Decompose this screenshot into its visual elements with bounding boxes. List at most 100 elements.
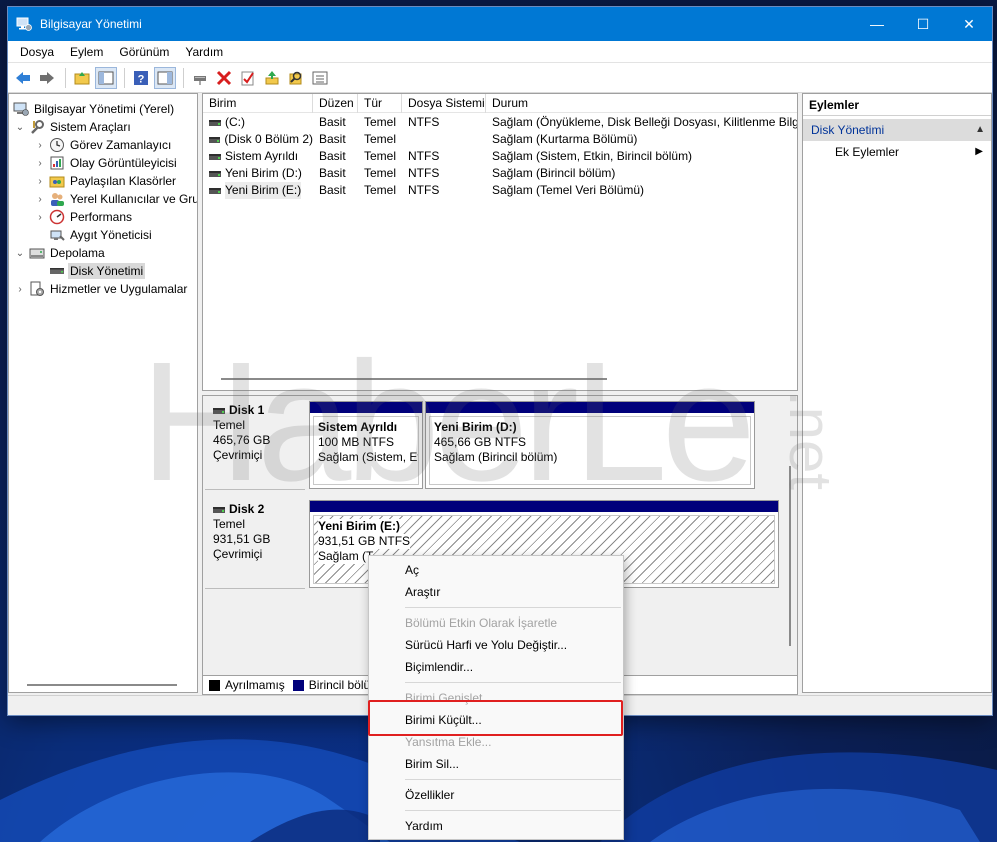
navigation-tree[interactable]: Bilgisayar Yönetimi (Yerel) ⌄ Sistem Ara…	[8, 93, 198, 693]
toolbar: ?	[8, 63, 992, 93]
partition-size: 931,51 GB NTFS	[318, 534, 411, 549]
partition-d[interactable]: Yeni Birim (D:) 465,66 GB NTFS Sağlam (B…	[425, 401, 755, 489]
import-icon[interactable]	[261, 67, 283, 89]
file-system-cell: NTFS	[408, 183, 440, 197]
forward-icon[interactable]	[36, 67, 58, 89]
file-system-cell	[402, 131, 486, 148]
horizontal-scrollbar[interactable]	[27, 684, 177, 686]
disk-2-label[interactable]: Disk 2 Temel 931,51 GB Çevrimiçi	[205, 495, 305, 589]
tree-node-services-apps[interactable]: › Hizmetler ve Uygulamalar	[13, 280, 189, 298]
partition-system-reserved[interactable]: Sistem Ayrıldı 100 MB NTFS Sağlam (Siste…	[309, 401, 423, 489]
legend-label: Birincil bölü	[308, 678, 371, 692]
chevron-down-icon[interactable]: ⌄	[13, 246, 27, 260]
check-icon[interactable]	[237, 67, 259, 89]
menu-item-properties[interactable]: Özellikler	[369, 784, 623, 806]
shared-folder-icon	[49, 173, 65, 189]
tree-node-system-tools[interactable]: ⌄ Sistem Araçları	[13, 118, 133, 136]
column-header-volume[interactable]: Birim	[203, 94, 313, 113]
table-row[interactable]: Sistem Ayrıldı Basit Temel NTFS Sağlam (…	[203, 148, 797, 165]
chevron-right-icon[interactable]: ›	[13, 282, 27, 296]
actions-section-disk-management[interactable]: Disk Yönetimi ▲	[803, 119, 991, 141]
show-hide-tree-icon[interactable]	[95, 66, 117, 89]
disk-1-label[interactable]: Disk 1 Temel 465,76 GB Çevrimiçi	[205, 396, 305, 490]
tree-node-task-scheduler[interactable]: › Görev Zamanlayıcı	[33, 136, 173, 154]
tree-node-shared-folders[interactable]: › Paylaşılan Klasörler	[33, 172, 178, 190]
layout-cell: Basit	[319, 183, 346, 197]
partition-status: Sağlam (Sistem, Etk	[318, 450, 419, 464]
list-icon[interactable]	[309, 67, 331, 89]
disk-status: Çevrimiçi	[213, 547, 263, 561]
vertical-scrollbar[interactable]	[789, 466, 791, 646]
title-bar[interactable]: Bilgisayar Yönetimi — ☐ ✕	[8, 7, 992, 41]
svg-text:?: ?	[138, 73, 145, 85]
computer-management-icon	[16, 17, 32, 31]
search-icon[interactable]	[285, 67, 307, 89]
type-cell: Temel	[364, 166, 397, 180]
layout-cell: Basit	[319, 149, 346, 163]
chevron-right-icon[interactable]: ›	[33, 156, 47, 170]
column-header-layout[interactable]: Düzen	[313, 94, 358, 113]
chevron-right-icon[interactable]: ›	[33, 174, 47, 188]
menu-item-delete-volume[interactable]: Birim Sil...	[369, 753, 623, 775]
collapse-up-icon[interactable]: ▲	[975, 119, 985, 141]
properties-view-icon[interactable]	[154, 66, 176, 89]
menu-view[interactable]: Görünüm	[111, 41, 177, 63]
tree-node-local-users[interactable]: › Yerel Kullanıcılar ve Gru	[33, 190, 197, 208]
column-header-status[interactable]: Durum	[486, 94, 797, 113]
status-cell: Sağlam (Kurtarma Bölümü)	[492, 132, 638, 146]
chevron-down-icon[interactable]: ⌄	[13, 120, 27, 134]
file-system-cell: NTFS	[408, 166, 440, 180]
menu-file[interactable]: Dosya	[12, 41, 62, 63]
close-button[interactable]: ✕	[946, 7, 992, 41]
column-header-file-system[interactable]: Dosya Sistemi	[402, 94, 486, 113]
volume-name: (Disk 0 Bölüm 2)	[224, 132, 313, 146]
column-header-type[interactable]: Tür	[358, 94, 402, 113]
menu-item-explore[interactable]: Araştır	[369, 581, 623, 603]
menu-item-format[interactable]: Biçimlendir...	[369, 656, 623, 678]
chevron-right-icon[interactable]: ›	[33, 138, 47, 152]
menu-item-open[interactable]: Aç	[369, 559, 623, 581]
delete-icon[interactable]	[213, 67, 235, 89]
tree-node-storage[interactable]: ⌄ Depolama	[13, 244, 107, 262]
table-row[interactable]: (C:) Basit Temel NTFS Sağlam (Önyükleme,…	[203, 114, 797, 131]
tree-node-event-viewer[interactable]: › Olay Görüntüleyicisi	[33, 154, 179, 172]
volume-list[interactable]: Birim Düzen Tür Dosya Sistemi Durum (C:)…	[202, 93, 798, 391]
table-row[interactable]: Yeni Birim (E:) Basit Temel NTFS Sağlam …	[203, 182, 797, 199]
type-cell: Temel	[364, 115, 397, 129]
volume-cell: (C:)	[203, 114, 313, 131]
back-icon[interactable]	[12, 67, 34, 89]
menu-action[interactable]: Eylem	[62, 41, 111, 63]
help-icon[interactable]: ?	[130, 67, 152, 89]
menu-item-change-drive-letter[interactable]: Sürücü Harfi ve Yolu Değiştir...	[369, 634, 623, 656]
layout-cell: Basit	[319, 132, 346, 146]
legend-swatch	[292, 679, 304, 691]
actions-item-more-actions[interactable]: Ek Eylemler ▶	[803, 141, 991, 163]
connect-drive-icon[interactable]	[189, 67, 211, 89]
minimize-button[interactable]: —	[854, 7, 900, 41]
menu-help[interactable]: Yardım	[177, 41, 231, 63]
volume-cell: Yeni Birim (D:)	[203, 165, 313, 182]
partition-size: 100 MB NTFS	[318, 435, 395, 449]
disk-name: Disk 2	[229, 502, 265, 516]
context-menu: Aç Araştır Bölümü Etkin Olarak İşaretle …	[368, 555, 624, 840]
menu-item-help[interactable]: Yardım	[369, 815, 623, 837]
tree-node-computer-management[interactable]: Bilgisayar Yönetimi (Yerel)	[11, 100, 176, 118]
maximize-button[interactable]: ☐	[900, 7, 946, 41]
drive-icon	[213, 506, 225, 513]
tree-node-device-manager[interactable]: Aygıt Yöneticisi	[47, 226, 154, 244]
tree-node-performance[interactable]: › Performans	[33, 208, 134, 226]
table-row[interactable]: (Disk 0 Bölüm 2) Basit Temel Sağlam (Kur…	[203, 131, 797, 148]
menu-separator	[405, 810, 621, 811]
volume-name: Yeni Birim (D:)	[225, 166, 302, 180]
table-row[interactable]: Yeni Birim (D:) Basit Temel NTFS Sağlam …	[203, 165, 797, 182]
partition-name: Sistem Ayrıldı	[318, 420, 398, 434]
up-folder-icon[interactable]	[71, 67, 93, 89]
tree-node-disk-management[interactable]: Disk Yönetimi	[47, 262, 146, 280]
disk-title: Disk 2	[213, 502, 305, 517]
menu-item-shrink-volume[interactable]: Birimi Küçült...	[369, 709, 623, 731]
menu-item-add-mirror: Yansıtma Ekle...	[405, 735, 492, 749]
legend-item-unallocated: Ayrılmamış	[209, 678, 285, 692]
chevron-right-icon[interactable]: ›	[33, 210, 47, 224]
horizontal-scrollbar[interactable]	[221, 378, 607, 380]
chevron-right-icon[interactable]: ›	[33, 192, 47, 206]
